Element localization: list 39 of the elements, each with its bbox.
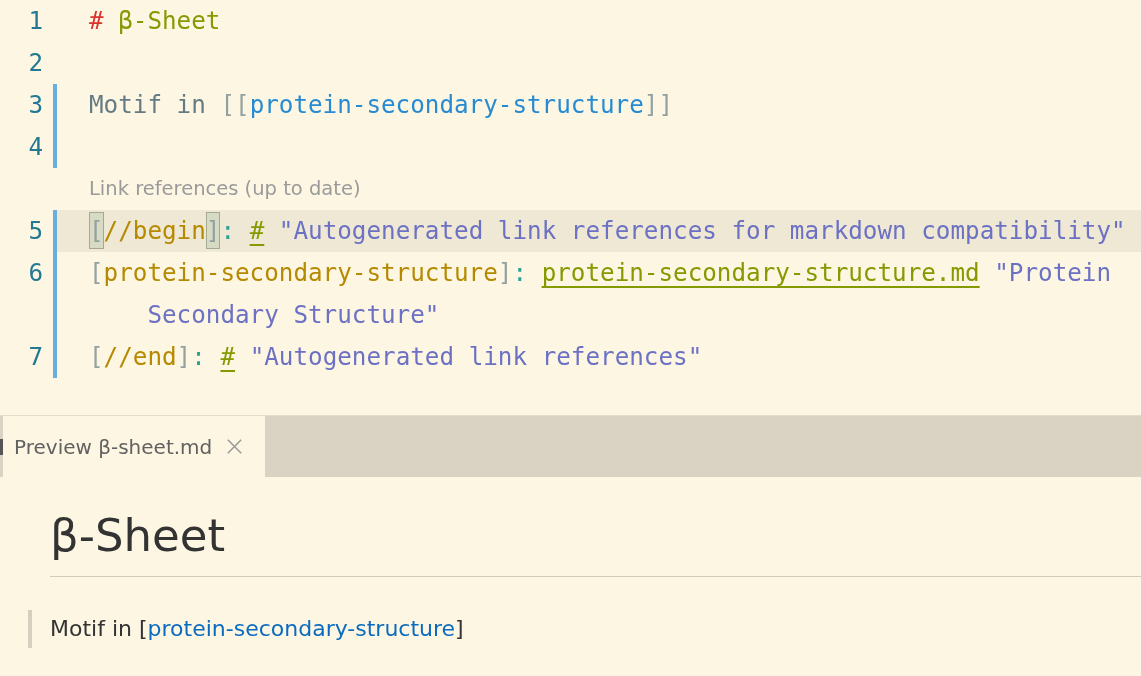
title-string: Secondary Structure" <box>147 300 440 329</box>
colon-punctuation: : <box>512 258 528 287</box>
bracket-punctuation: ] <box>176 342 192 371</box>
hash-link[interactable]: # <box>220 342 236 371</box>
close-icon <box>227 439 243 454</box>
blockquote-text: Motif in [protein-secondary-structure] <box>50 615 464 643</box>
reference-label: //end <box>103 342 177 371</box>
colon-punctuation: : <box>220 216 236 245</box>
bracket-punctuation: [ <box>89 258 104 287</box>
reference-label: //begin <box>103 216 206 245</box>
close-button[interactable] <box>227 439 243 454</box>
heading-text: β-Sheet <box>118 6 221 35</box>
line-number: 1 <box>27 5 43 37</box>
line-number: 6 <box>27 257 43 289</box>
reference-label: protein-secondary-structure <box>103 258 498 287</box>
line-number: 7 <box>27 341 43 373</box>
bracket-punctuation: [ <box>89 342 104 371</box>
hash-link[interactable]: # <box>249 216 265 245</box>
line-number: 3 <box>27 89 43 121</box>
bracket-punctuation: [ <box>89 212 104 249</box>
title-string: "Protein <box>994 258 1112 287</box>
heading-marker: # <box>89 6 104 35</box>
line-number: 5 <box>27 215 43 247</box>
plain-text: Motif in <box>89 90 206 119</box>
file-link[interactable]: protein-secondary-structure.md <box>541 258 980 287</box>
colon-punctuation: : <box>191 342 206 371</box>
line-number: 4 <box>27 131 43 163</box>
preview-heading: β-Sheet <box>50 509 226 563</box>
codelens-text[interactable]: Link references (up to date) <box>89 177 361 200</box>
preview-tab[interactable]: Preview β-sheet.md <box>3 416 265 477</box>
bracket-punctuation: ]] <box>643 90 674 119</box>
title-string: "Autogenerated link references for markdown compatibility" <box>278 216 1126 245</box>
bracket-punctuation: [[ <box>220 90 250 119</box>
bracket-punctuation: ] <box>497 258 513 287</box>
wiki-link[interactable]: protein-secondary-structure <box>249 90 644 119</box>
line-number: 2 <box>27 47 43 79</box>
wiki-link[interactable]: protein-secondary-structure <box>147 616 456 641</box>
bracket-punctuation: ] <box>205 212 221 249</box>
title-string: "Autogenerated link references" <box>249 342 703 371</box>
